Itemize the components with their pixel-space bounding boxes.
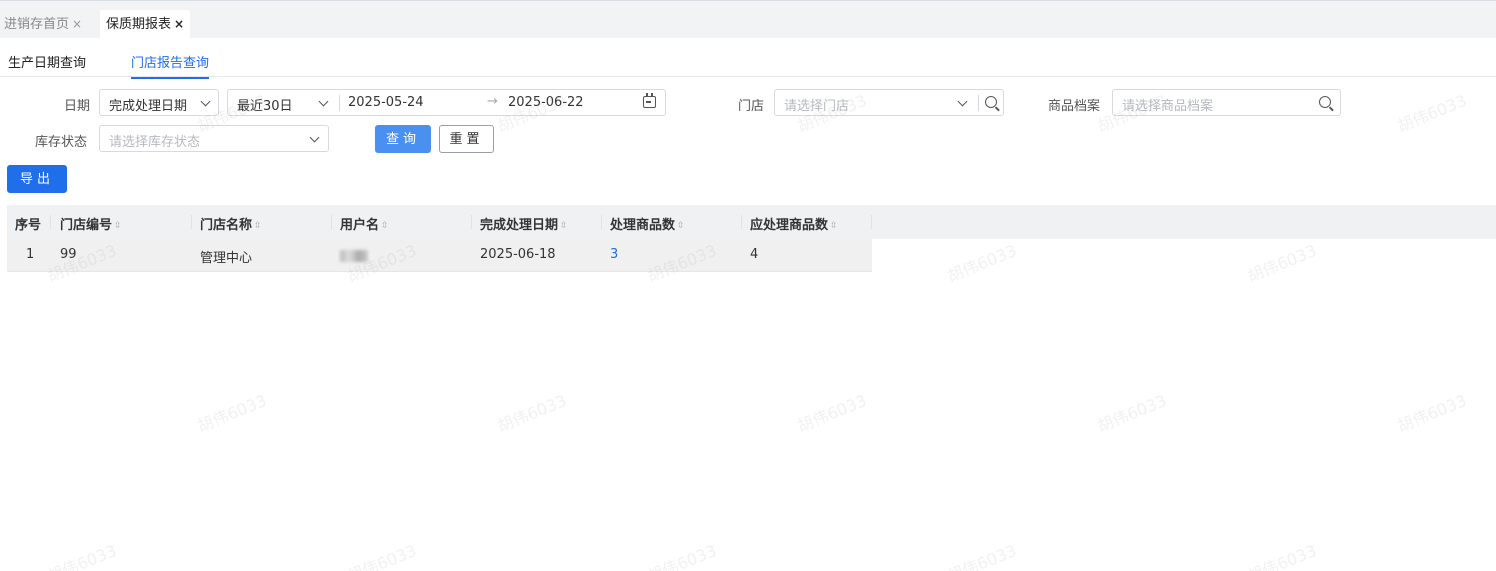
cell-store-code: 99: [60, 247, 77, 262]
watermark-text: 胡伟6033: [644, 540, 720, 571]
cell-should-process-count: 4: [750, 247, 759, 262]
column-divider: [871, 215, 872, 229]
store-label: 门店: [738, 99, 765, 114]
top-tab-bar: 进销存首页 × 保质期报表 ×: [0, 0, 1496, 39]
column-divider: [331, 215, 332, 229]
export-button[interactable]: 导出: [7, 165, 67, 193]
sub-tab-bar: 生产日期查询 门店报告查询: [0, 38, 1496, 79]
watermark-text: 胡伟6033: [944, 240, 1020, 286]
sort-icon[interactable]: ⇳: [381, 221, 389, 231]
watermark-text: 胡伟6033: [1394, 90, 1470, 136]
sort-icon[interactable]: ⇳: [677, 221, 685, 231]
date-type-select[interactable]: 完成处理日期: [99, 89, 219, 116]
col-store-name[interactable]: 门店名称 ⇳: [200, 214, 262, 233]
watermark-text: 胡伟6033: [194, 390, 270, 436]
arrow-right-icon: →: [487, 94, 498, 109]
product-placeholder: 请选择商品档案: [1122, 99, 1214, 114]
chevron-down-icon: [318, 96, 329, 107]
product-select[interactable]: 请选择商品档案: [1112, 89, 1341, 116]
divider: [339, 95, 340, 111]
tab-label: 保质期报表: [106, 17, 172, 32]
date-label: 日期: [64, 99, 91, 114]
cell-store-name: 管理中心: [200, 251, 253, 266]
watermark-text: 胡伟6033: [1094, 390, 1170, 436]
watermark-text: 胡伟6033: [1244, 540, 1320, 571]
tab-production-date-query[interactable]: 生产日期查询: [8, 52, 86, 71]
column-divider: [471, 215, 472, 229]
cell-username-redacted: [340, 250, 368, 262]
cell-index: 1: [26, 247, 35, 262]
watermark-text: 胡伟6033: [1244, 240, 1320, 286]
sort-icon[interactable]: ⇳: [830, 221, 838, 231]
store-select[interactable]: 请选择门店: [774, 89, 1004, 116]
col-index: 序号: [15, 218, 42, 233]
column-divider: [601, 215, 602, 229]
stock-status-placeholder: 请选择库存状态: [109, 135, 201, 150]
col-should-process-count[interactable]: 应处理商品数 ⇳: [750, 214, 838, 233]
table-row[interactable]: 1 99 管理中心 2025-06-18 3 4: [7, 239, 872, 272]
close-icon[interactable]: ×: [72, 17, 82, 31]
calendar-icon[interactable]: [643, 93, 656, 108]
date-end-input[interactable]: 2025-06-22: [508, 95, 584, 110]
sort-icon[interactable]: ⇳: [114, 221, 122, 231]
tab-shelf-life-report[interactable]: 保质期报表 ×: [100, 10, 191, 39]
date-range-picker[interactable]: 最近30日 2025-05-24 → 2025-06-22: [227, 89, 666, 116]
chevron-down-icon: [957, 96, 968, 107]
col-username[interactable]: 用户名 ⇳: [340, 214, 389, 233]
stock-status-select[interactable]: 请选择库存状态: [99, 125, 329, 152]
close-icon[interactable]: ×: [174, 17, 184, 31]
col-store-code[interactable]: 门店编号 ⇳: [60, 214, 122, 233]
chevron-down-icon: [200, 96, 211, 107]
col-completed-date[interactable]: 完成处理日期 ⇳: [480, 214, 568, 233]
column-divider: [50, 215, 51, 229]
date-preset-select[interactable]: 最近30日: [237, 95, 293, 114]
column-divider: [741, 215, 742, 229]
chevron-down-icon: [309, 132, 320, 143]
cell-processed-count-link[interactable]: 3: [610, 247, 618, 262]
store-placeholder: 请选择门店: [784, 99, 850, 114]
watermark-text: 胡伟6033: [944, 540, 1020, 571]
watermark-text: 胡伟6033: [1394, 390, 1470, 436]
reset-button[interactable]: 重置: [439, 125, 494, 153]
search-icon[interactable]: [985, 96, 997, 108]
cell-completed-date: 2025-06-18: [480, 247, 556, 262]
date-start-input[interactable]: 2025-05-24: [348, 95, 424, 110]
search-icon[interactable]: [1319, 96, 1331, 108]
column-divider: [191, 215, 192, 229]
col-processed-count[interactable]: 处理商品数 ⇳: [610, 214, 685, 233]
sort-icon[interactable]: ⇳: [254, 221, 262, 231]
table-header: 序号 门店编号 ⇳ 门店名称 ⇳ 用户名 ⇳ 完成处理日期 ⇳ 处理商品数 ⇳ 应处理商品…: [7, 205, 1496, 239]
divider: [978, 95, 979, 111]
tab-inventory-home[interactable]: 进销存首页 ×: [0, 10, 86, 39]
watermark-text: 胡伟6033: [44, 540, 120, 571]
product-label: 商品档案: [1048, 99, 1101, 114]
sort-icon[interactable]: ⇳: [560, 221, 568, 231]
date-type-value: 完成处理日期: [109, 99, 188, 114]
query-button[interactable]: 查询: [375, 125, 431, 153]
watermark-text: 胡伟6033: [494, 390, 570, 436]
stock-status-label: 库存状态: [35, 135, 88, 150]
watermark-text: 胡伟6033: [794, 390, 870, 436]
tab-store-report-query[interactable]: 门店报告查询: [131, 52, 210, 79]
watermark-text: 胡伟6033: [344, 540, 420, 571]
tab-label: 进销存首页: [4, 17, 70, 32]
